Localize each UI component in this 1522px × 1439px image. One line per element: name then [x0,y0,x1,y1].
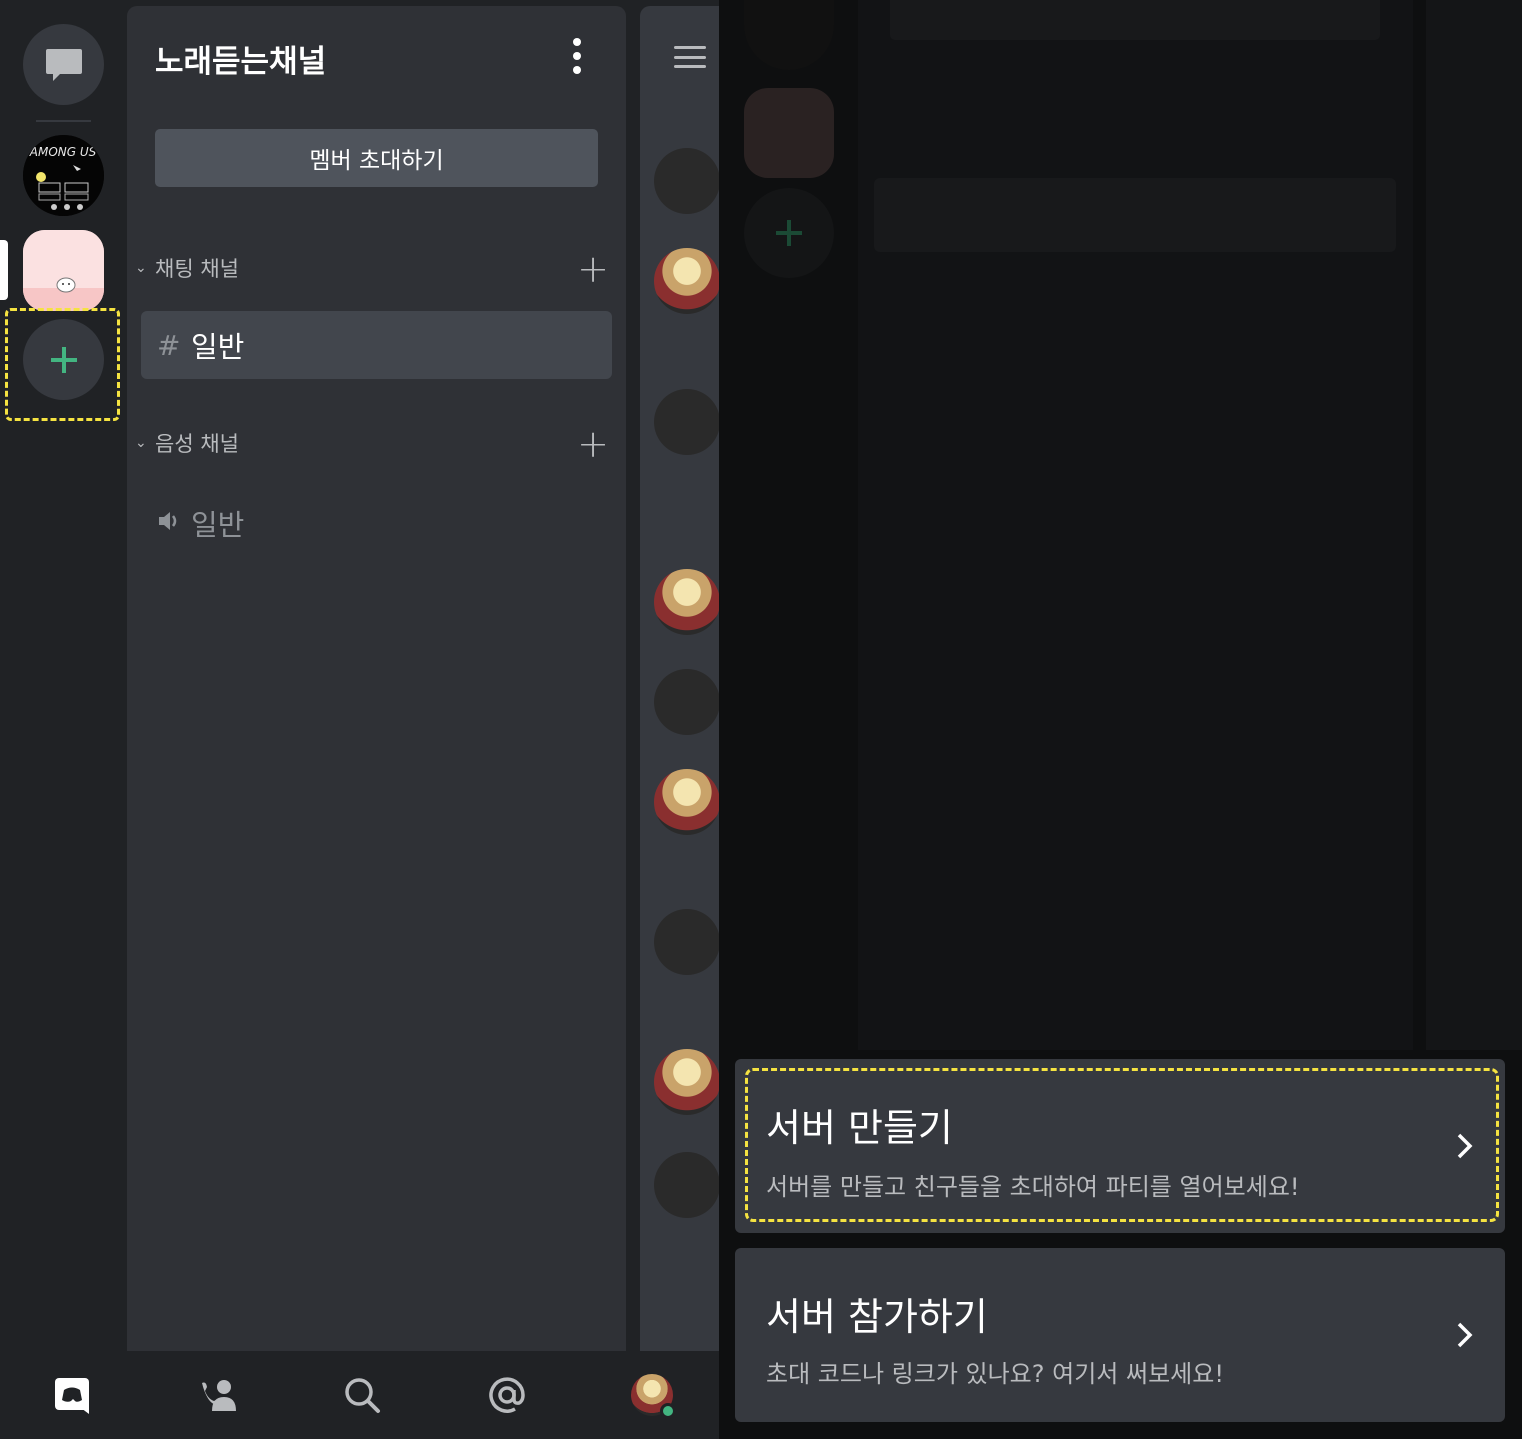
category-label: 채팅 채널 [155,257,239,281]
highlight-add-server [5,308,120,421]
guild-rail: AMONG US [0,0,127,1351]
message-avatar [654,669,719,735]
right-screen: 서버 만들기 서버를 만들고 친구들을 초대하여 파티를 열어보세요! 서버 참… [719,0,1522,1439]
direct-messages-button[interactable] [23,24,104,105]
join-server-title: 서버 참가하기 [766,1295,988,1339]
join-server-desc: 초대 코드나 링크가 있나요? 여기서 써보세요! [766,1360,1224,1388]
search-icon[interactable] [340,1373,384,1417]
message-avatar [654,909,719,975]
invite-members-button[interactable]: 멤버 초대하기 [155,129,598,187]
channel-label: 일반 [191,330,245,364]
join-server-option[interactable]: 서버 참가하기 초대 코드나 링크가 있나요? 여기서 써보세요! [735,1248,1505,1422]
message-avatar [654,248,719,314]
left-screen: AMONG US 노래듣는채널 멤버 초대하기 ⌄ 채팅 채널 + # 일반 ⌄… [0,0,719,1439]
category-text-channels[interactable]: ⌄ 채팅 채널 + [135,247,615,291]
app-root: AMONG US 노래듣는채널 멤버 초대하기 ⌄ 채팅 채널 + # 일반 ⌄… [0,0,1522,1439]
channel-label: 일반 [191,508,245,542]
svg-text:AMONG US: AMONG US [29,145,97,159]
message-avatar [654,389,719,455]
dim-selected-channel [874,178,1396,252]
guild-separator [36,120,91,122]
server-menu-icon[interactable] [567,38,587,74]
add-channel-icon[interactable]: + [577,422,609,466]
highlight-create-server [745,1068,1499,1222]
server-name[interactable]: 노래듣는채널 [155,36,326,81]
channel-panel: 노래듣는채널 멤버 초대하기 ⌄ 채팅 채널 + # 일반 ⌄ 음성 채널 + [127,6,626,1351]
category-label: 음성 채널 [155,432,239,456]
channel-text-general[interactable]: # 일반 [141,311,612,379]
active-guild-indicator [0,240,8,300]
message-avatar [654,1049,719,1115]
profile-avatar[interactable] [630,1373,676,1419]
dim-chat-strip [1426,0,1522,1050]
hamburger-menu-icon[interactable] [674,46,706,68]
hash-icon: # [157,328,181,362]
mentions-icon[interactable] [485,1373,529,1417]
dim-invite-button [890,0,1380,40]
dim-guild-among [744,0,834,70]
server-avatar-image [23,230,104,311]
online-status-indicator [660,1403,676,1419]
chevron-right-icon [1457,1322,1473,1348]
chat-preview-strip[interactable] [640,6,719,1351]
chevron-down-icon: ⌄ [135,260,147,276]
discord-home-icon[interactable] [51,1373,95,1417]
friends-icon[interactable] [196,1373,240,1417]
message-avatar [654,769,719,835]
chat-bubble-icon [45,48,82,81]
channel-voice-general[interactable]: 일반 [141,489,612,557]
message-avatar [654,148,719,214]
bottom-navigation [0,1351,719,1439]
guild-selected-server[interactable] [23,230,104,311]
dim-add-server [744,188,834,278]
chevron-down-icon: ⌄ [135,435,147,451]
among-us-logo: AMONG US [23,135,104,216]
dim-guild-selected [744,88,834,178]
message-avatar [654,1152,719,1218]
category-voice-channels[interactable]: ⌄ 음성 채널 + [135,422,615,466]
dim-channel-panel [858,0,1413,1050]
add-channel-icon[interactable]: + [577,247,609,291]
dimmed-background[interactable] [719,0,1522,1050]
speaker-icon [157,507,191,540]
message-avatar [654,569,719,635]
guild-among-us[interactable]: AMONG US [23,135,104,216]
